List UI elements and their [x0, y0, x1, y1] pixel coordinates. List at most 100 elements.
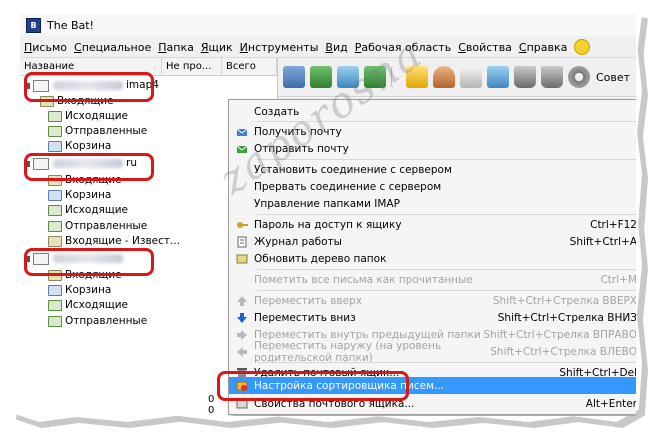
sun-icon[interactable]: [574, 39, 591, 55]
toolbar-tip-label[interactable]: Совет: [596, 71, 630, 84]
folder-label: Отправленные: [65, 125, 148, 137]
folder-label: Отправленные: [65, 220, 148, 232]
sent-folder-icon: [48, 221, 62, 232]
menu-item-shortcut: Ctrl+M: [600, 273, 636, 286]
folder-row[interactable]: Исходящие: [48, 298, 128, 313]
menu-item-label: Обновить дерево папок: [254, 252, 387, 265]
menu-item-move-outside[interactable]: Переместить наружу (на уровень родительс…: [229, 340, 636, 364]
sorter-highlight-box: [217, 371, 409, 401]
folder-row[interactable]: Отправленные: [48, 219, 147, 234]
menu-item-create[interactable]: Создать: [229, 103, 636, 120]
folder-row[interactable]: Исходящие: [48, 203, 128, 218]
menu-item-mark-read[interactable]: Пометить все письма как прочитанные Ctrl+…: [229, 271, 636, 288]
send-mail-icon: [235, 142, 248, 155]
blank-icon: [235, 105, 248, 118]
account-highlight-box: [24, 153, 154, 181]
menu-item-label: Управление папками IMAP: [254, 197, 400, 210]
menu-item-move-up[interactable]: Переместить вверх Shift+Ctrl+Стрелка ВВЕР…: [229, 292, 636, 309]
log-icon: [235, 235, 248, 248]
gear-icon[interactable]: [568, 66, 590, 88]
counter-value: 0: [208, 405, 215, 416]
menu-separator: [257, 121, 636, 122]
sent-folder-icon: [48, 126, 62, 137]
folder-label: Отправленные: [65, 315, 148, 327]
menu-separator: [257, 214, 636, 215]
folder-row[interactable]: Корзина: [48, 139, 111, 154]
folder-row[interactable]: Входящие - Извест...: [48, 234, 180, 249]
menu-item-send-mail[interactable]: Отправить почту: [229, 140, 636, 157]
menu-item-shortcut: Shift+Ctrl+Стрелка ВЛЕВО: [490, 345, 636, 358]
folder-row[interactable]: Исходящие: [48, 109, 128, 124]
folder-row[interactable]: Корзина: [48, 283, 111, 298]
inbox-folder-icon: [48, 236, 62, 247]
menu-item-move-down[interactable]: Переместить вниз Shift+Ctrl+Стрелка ВНИЗ: [229, 309, 636, 326]
menu-item-password[interactable]: Пароль на доступ к ящику Ctrl+F12: [229, 216, 636, 233]
menu-help[interactable]: Справка: [516, 41, 570, 54]
key-icon: [235, 218, 248, 231]
trash-folder-icon: [48, 190, 62, 201]
menu-properties[interactable]: Свойства: [455, 41, 515, 54]
menu-item-label: Получить почту: [254, 125, 342, 138]
folder-label: Корзина: [65, 140, 112, 152]
menu-separator: [257, 269, 636, 270]
bottom-counters: 0 0: [208, 394, 214, 416]
get-mail-icon: [235, 125, 248, 138]
menu-item-label: Создать: [254, 105, 300, 118]
notes-toolbar-icon[interactable]: [406, 66, 428, 88]
trash-folder-icon: [48, 285, 62, 296]
arrow-right-icon: [235, 328, 248, 341]
address-book-toolbar-icon[interactable]: [433, 66, 455, 88]
mailbox-toolbar-icon[interactable]: [487, 66, 509, 88]
folder-label: Корзина: [65, 189, 112, 201]
column-total[interactable]: Всего: [222, 58, 277, 75]
menu-view[interactable]: Вид: [322, 41, 350, 54]
menu-item-label: Пометить все письма как прочитанные: [254, 273, 473, 286]
menu-separator: [257, 362, 636, 363]
trash-toolbar-icon[interactable]: [514, 66, 536, 88]
account-highlight-box: [24, 248, 154, 276]
folder-row[interactable]: Отправленные: [48, 124, 147, 139]
folder-row[interactable]: Корзина: [48, 188, 111, 203]
menu-item-label: Отправить почту: [254, 142, 349, 155]
menu-workspace[interactable]: Рабочая область: [352, 41, 454, 54]
refresh-icon: [235, 252, 248, 265]
arrow-up-icon: [235, 294, 248, 307]
menu-item-label: Прервать соединение с сервером: [254, 180, 442, 193]
dropdown-arrow-icon[interactable]: [391, 66, 401, 88]
menu-item-connect[interactable]: Установить соединение с сервером: [229, 161, 636, 178]
title-bar: B The Bat!: [20, 14, 636, 36]
blank-icon: [235, 163, 248, 176]
menu-item-shortcut: Alt+Enter: [585, 397, 636, 410]
folder-row[interactable]: Отправленные: [48, 314, 147, 329]
new-message-toolbar-icon[interactable]: [337, 66, 359, 88]
menu-tools[interactable]: Инструменты: [237, 41, 322, 54]
blank-icon: [235, 197, 248, 210]
column-unread[interactable]: Не про...: [162, 58, 222, 75]
menu-special[interactable]: Специальное: [71, 41, 154, 54]
get-mail-toolbar-icon[interactable]: [283, 66, 305, 88]
menu-item-disconnect[interactable]: Прервать соединение с сервером: [229, 178, 636, 195]
outbox-folder-icon: [48, 111, 62, 122]
folder-label: Исходящие: [65, 299, 129, 311]
reply-toolbar-icon[interactable]: [364, 66, 386, 88]
menu-item-label: Пароль на доступ к ящику: [254, 218, 402, 231]
menu-item-log[interactable]: Журнал работы Shift+Ctrl+A: [229, 233, 636, 250]
envelope-toolbar-icon[interactable]: [460, 66, 482, 88]
menu-letter[interactable]: Письмо: [21, 41, 70, 54]
trash2-toolbar-icon[interactable]: [541, 66, 563, 88]
menu-folder[interactable]: Папка: [155, 41, 197, 54]
menu-item-get-mail[interactable]: Получить почту: [229, 123, 636, 140]
menu-item-label: Переместить вниз: [254, 311, 356, 324]
menu-item-label: Журнал работы: [254, 235, 342, 248]
bat-app-icon: B: [26, 17, 41, 33]
menu-item-imap-folders[interactable]: Управление папками IMAP: [229, 195, 636, 212]
menu-item-shortcut: Ctrl+F12: [590, 218, 636, 231]
arrow-left-icon: [235, 345, 248, 358]
send-mail-toolbar-icon[interactable]: [310, 66, 332, 88]
menu-item-refresh-tree[interactable]: Обновить дерево папок: [229, 250, 636, 267]
counter-value: 0: [208, 394, 215, 405]
folder-label: Исходящие: [65, 204, 129, 216]
menu-mailbox[interactable]: Ящик: [198, 41, 236, 54]
folder-label: Входящие - Извест...: [65, 235, 181, 247]
app-window: B The Bat! Письмо Специальное Папка Ящик…: [20, 14, 636, 416]
